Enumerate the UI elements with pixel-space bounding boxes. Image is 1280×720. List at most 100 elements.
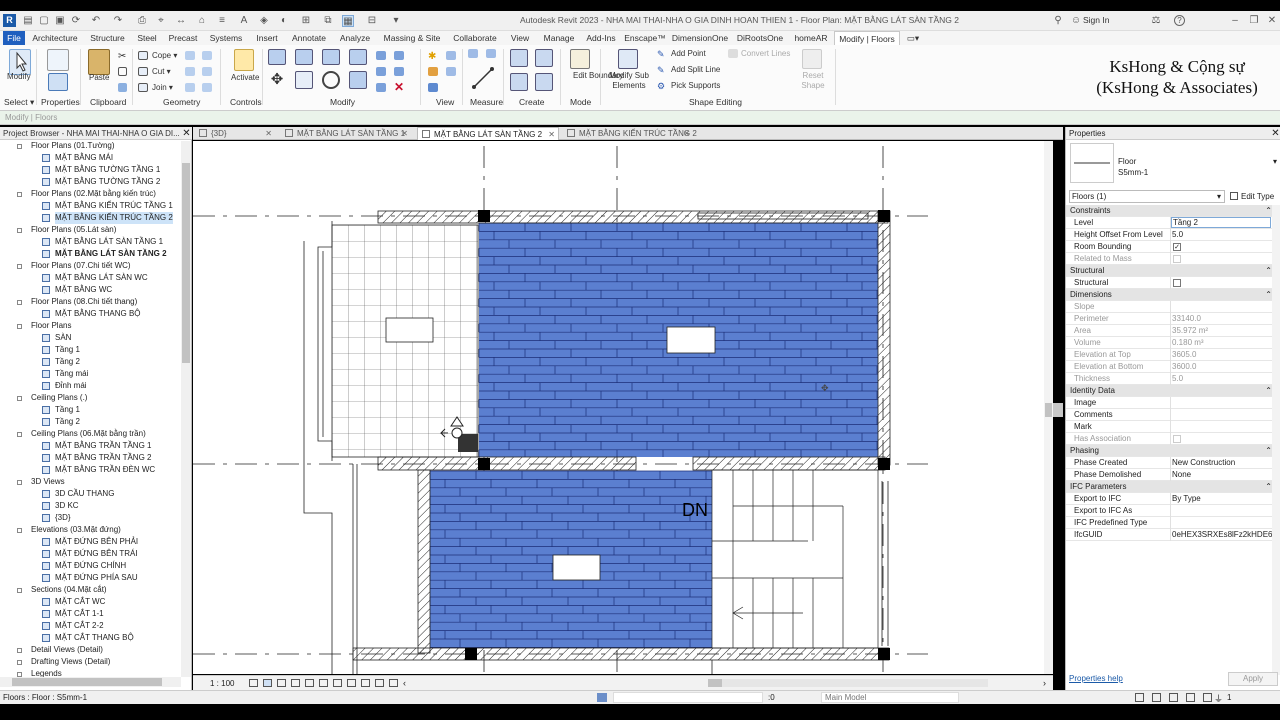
cope-icon[interactable] bbox=[138, 51, 148, 60]
property-group-header[interactable]: Phasing ⌃ bbox=[1066, 445, 1276, 457]
type-properties-icon[interactable] bbox=[48, 73, 68, 91]
browser-view-item[interactable]: Tầng 2 bbox=[0, 416, 182, 428]
ribbon-tab-annotate[interactable]: Annotate bbox=[286, 31, 332, 45]
cart-icon[interactable]: ⚖ bbox=[1150, 15, 1162, 27]
match-properties-icon[interactable] bbox=[118, 83, 127, 92]
ribbon-tab-add-ins[interactable]: Add-Ins bbox=[582, 31, 620, 45]
canvas-scrollbar[interactable] bbox=[1044, 141, 1053, 674]
open-icon[interactable]: ▤ bbox=[22, 15, 34, 27]
browser-view-item[interactable]: MẶT BẰNG TRẦN TẦNG 1 bbox=[0, 440, 182, 452]
modify-sub-elements-icon[interactable] bbox=[618, 49, 638, 69]
browser-view-item[interactable]: MẶT BẰNG KIẾN TRÚC TẦNG 2 bbox=[0, 212, 182, 224]
worksets-icon[interactable] bbox=[597, 693, 607, 702]
join-button[interactable]: Join ▾ bbox=[152, 83, 173, 92]
browser-view-item[interactable]: MẶT BẰNG TRẦN ĐÈN WC bbox=[0, 464, 182, 476]
collapse-icon[interactable] bbox=[17, 228, 22, 233]
modify-sub-elements-button[interactable]: Modify Sub Elements bbox=[604, 71, 654, 91]
scale-icon[interactable] bbox=[394, 67, 404, 76]
collapse-icon[interactable] bbox=[17, 192, 22, 197]
measure-along-icon[interactable] bbox=[486, 49, 496, 58]
collapse-icon[interactable] bbox=[17, 324, 22, 329]
add-split-line-button[interactable]: Add Split Line bbox=[671, 65, 720, 74]
create-parts-icon[interactable] bbox=[535, 49, 553, 67]
activate-button[interactable]: Activate bbox=[231, 73, 259, 82]
view-scale[interactable]: 1 : 100 bbox=[210, 679, 234, 688]
ribbon-tab-architecture[interactable]: Architecture bbox=[27, 31, 83, 45]
folder-icon[interactable]: ▢ bbox=[38, 15, 50, 27]
browser-view-item[interactable]: MẶT CẮT 2-2 bbox=[0, 620, 182, 632]
add-point-button[interactable]: Add Point bbox=[671, 49, 706, 58]
collapse-icon[interactable] bbox=[17, 396, 22, 401]
geometry-tool-4-icon[interactable] bbox=[202, 67, 212, 76]
trim-icon[interactable] bbox=[349, 71, 367, 89]
move-icon[interactable]: ✥ bbox=[268, 71, 286, 89]
ribbon-tab-structure[interactable]: Structure bbox=[85, 31, 130, 45]
save-icon[interactable]: ▣ bbox=[54, 15, 66, 27]
browser-hscroll-thumb[interactable] bbox=[12, 678, 162, 686]
browser-view-item[interactable]: MẶT BẰNG LÁT SÀN TẦNG 2 bbox=[0, 248, 182, 260]
collapse-icon[interactable] bbox=[17, 588, 22, 593]
help-icon[interactable]: ? bbox=[1174, 15, 1185, 26]
ribbon-tab-massing-site[interactable]: Massing & Site bbox=[378, 31, 446, 45]
select-by-face-icon[interactable] bbox=[1186, 693, 1195, 702]
text-icon[interactable]: A bbox=[238, 15, 250, 27]
design-option-select[interactable]: Main Model bbox=[821, 692, 959, 703]
detail-level-icon[interactable] bbox=[249, 679, 258, 687]
property-group-header[interactable]: Structural ⌃ bbox=[1066, 265, 1276, 277]
cut-button[interactable]: Cut ▾ bbox=[152, 67, 171, 76]
browser-view-item[interactable]: MẶT ĐỨNG PHÍA SAU bbox=[0, 572, 182, 584]
selection-icon[interactable]: ▦ bbox=[342, 15, 354, 27]
array-icon[interactable] bbox=[376, 67, 386, 76]
canvas-scroll-thumb[interactable] bbox=[1045, 403, 1052, 417]
aligned-dimension-icon[interactable] bbox=[472, 67, 494, 89]
add-split-line-icon[interactable]: ✎ bbox=[657, 65, 667, 75]
scroll-right-icon[interactable]: › bbox=[1043, 678, 1046, 688]
property-row[interactable]: IFC Predefined Type bbox=[1066, 517, 1276, 529]
create-group-icon[interactable] bbox=[510, 73, 528, 91]
collapse-group-icon[interactable]: ⌃ bbox=[1265, 265, 1272, 277]
shadows-icon[interactable] bbox=[291, 679, 300, 687]
pick-supports-button[interactable]: Pick Supports bbox=[671, 81, 720, 90]
close-icon[interactable]: ✕ bbox=[1266, 15, 1278, 27]
tag-icon[interactable]: ⌂ bbox=[196, 15, 208, 27]
browser-view-item[interactable]: SÀN bbox=[0, 332, 182, 344]
property-row[interactable]: Export to IFC By Type bbox=[1066, 493, 1276, 505]
close-hidden-icon[interactable]: ⊞ bbox=[300, 15, 312, 27]
geometry-tool-6-icon[interactable] bbox=[202, 83, 212, 92]
browser-group[interactable]: Drafting Views (Detail) bbox=[0, 656, 182, 668]
browser-scroll-thumb[interactable] bbox=[182, 163, 190, 363]
browser-group[interactable]: Floor Plans (05.Lát sàn) bbox=[0, 224, 182, 236]
property-row[interactable]: Height Offset From Level 5.0 bbox=[1066, 229, 1276, 241]
collapse-icon[interactable] bbox=[17, 300, 22, 305]
delete-icon[interactable]: ✕ bbox=[394, 81, 406, 93]
ribbon-tab-systems[interactable]: Systems bbox=[204, 31, 248, 45]
sun-path-icon[interactable] bbox=[277, 679, 286, 687]
browser-view-item[interactable]: Tầng 2 bbox=[0, 356, 182, 368]
redo-icon[interactable]: ↷ bbox=[112, 15, 124, 27]
properties-help-link[interactable]: Properties help bbox=[1069, 674, 1123, 683]
property-value[interactable]: None bbox=[1172, 469, 1191, 481]
analysis-icon[interactable] bbox=[389, 679, 398, 687]
collapse-icon[interactable] bbox=[17, 264, 22, 269]
close-tab-icon[interactable]: ✕ bbox=[683, 127, 690, 140]
windows-icon[interactable]: ⊟ bbox=[366, 15, 378, 27]
panel-toggle-icon[interactable]: ▭▾ bbox=[904, 31, 922, 45]
drawing-canvas[interactable]: DN ✥ bbox=[193, 141, 1053, 674]
property-group-header[interactable]: Identity Data ⌃ bbox=[1066, 385, 1276, 397]
property-value[interactable]: 5.0 bbox=[1172, 229, 1183, 241]
property-checkbox[interactable] bbox=[1173, 279, 1181, 287]
ribbon-tab-manage[interactable]: Manage bbox=[538, 31, 580, 45]
collapse-group-icon[interactable]: ⌃ bbox=[1265, 205, 1272, 217]
collapse-group-icon[interactable]: ⌃ bbox=[1265, 385, 1272, 397]
select-pinned-icon[interactable] bbox=[1169, 693, 1178, 702]
apply-button[interactable]: Apply bbox=[1228, 672, 1278, 686]
browser-view-item[interactable]: 3D CẦU THANG bbox=[0, 488, 182, 500]
collapse-icon[interactable] bbox=[17, 528, 22, 533]
print-icon[interactable]: ⎙ bbox=[136, 15, 148, 27]
browser-view-item[interactable]: MẶT BẰNG TƯỜNG TẦNG 2 bbox=[0, 176, 182, 188]
browser-view-item[interactable]: MẶT BẰNG TRẦN TẦNG 2 bbox=[0, 452, 182, 464]
rotate-icon[interactable] bbox=[322, 71, 340, 89]
restore-icon[interactable]: ❐ bbox=[1248, 15, 1260, 27]
join-icon[interactable] bbox=[138, 83, 148, 92]
ribbon-tab-insert[interactable]: Insert bbox=[250, 31, 284, 45]
